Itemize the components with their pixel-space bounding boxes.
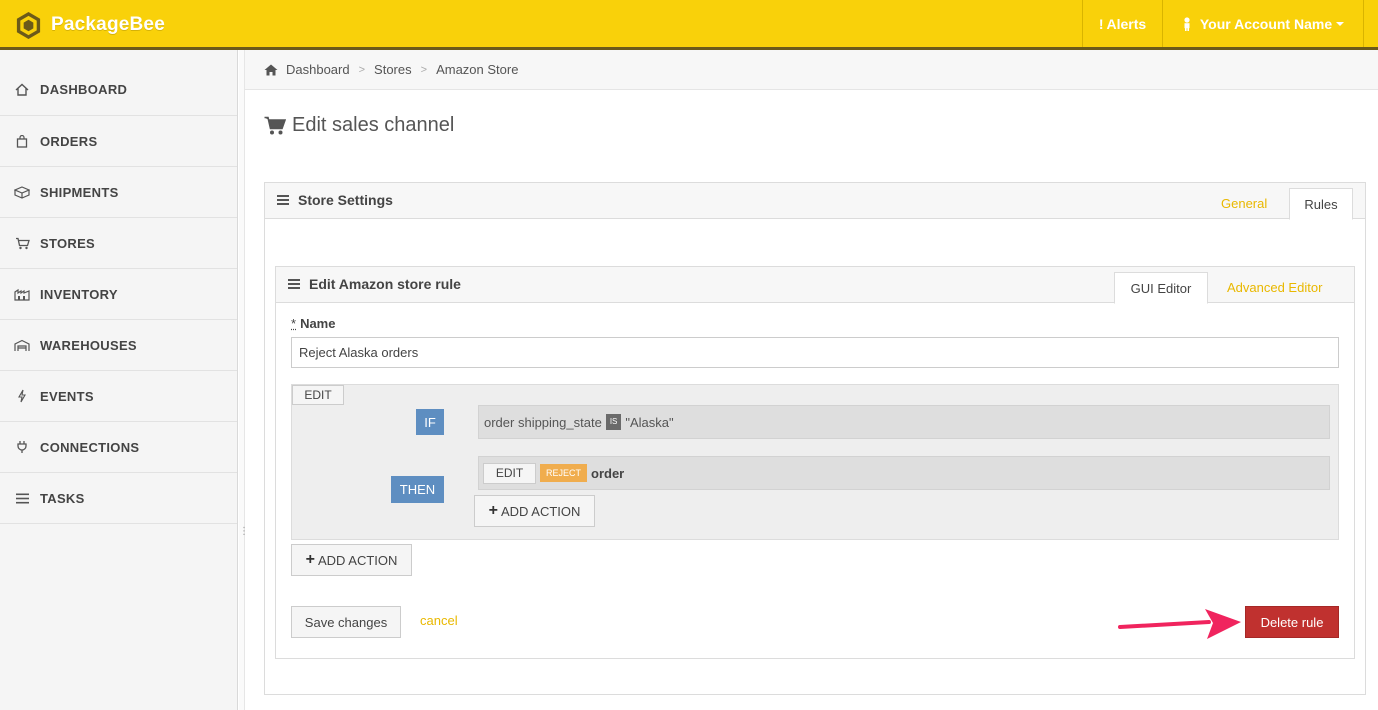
account-name: Your Account Name (1199, 15, 1333, 32)
warehouse-icon (14, 338, 30, 352)
breadcrumb-stores[interactable]: Stores (374, 62, 412, 77)
name-label: * Name (291, 316, 335, 331)
sidebar-item-inventory[interactable]: INVENTORY (0, 269, 237, 320)
chevron-right-icon: > (420, 63, 428, 76)
action-target: order (591, 465, 625, 481)
reject-badge: REJECT (540, 464, 588, 482)
sidebar-item-connections[interactable]: CONNECTIONS (0, 422, 237, 473)
plus-icon: + (305, 551, 315, 568)
tab-gui-editor[interactable]: GUI Editor (1114, 272, 1208, 304)
tab-general[interactable]: General (1221, 196, 1267, 211)
inventory-icon (14, 287, 30, 301)
alerts-button[interactable]: ! Alerts (1082, 0, 1162, 47)
account-menu[interactable]: Your Account Name (1162, 0, 1364, 47)
sidebar-item-label: TASKS (40, 490, 85, 506)
cart-icon (264, 116, 286, 134)
add-action-button-inner[interactable]: + ADD ACTION (474, 495, 595, 527)
rule-editor-header: Edit Amazon store rule GUI Editor Advanc… (276, 267, 1354, 304)
sidebar-item-tasks[interactable]: TASKS (0, 473, 237, 524)
required-mark: * (291, 316, 297, 331)
hamburger-icon (288, 277, 300, 291)
hexagon-logo-icon (16, 11, 41, 39)
store-settings-title: Store Settings (277, 192, 393, 208)
condition-row[interactable]: order shipping_state IS "Alaska" (478, 405, 1330, 439)
sidebar-item-label: CONNECTIONS (40, 439, 140, 455)
package-icon (14, 185, 30, 199)
home-icon (264, 64, 278, 75)
plug-icon (14, 440, 30, 454)
sidebar-item-shipments[interactable]: SHIPMENTS (0, 167, 237, 218)
sidebar-item-label: STORES (40, 235, 96, 251)
sidebar-item-label: WAREHOUSES (40, 337, 137, 353)
sidebar-item-events[interactable]: EVENTS (0, 371, 237, 422)
plus-icon: + (488, 502, 498, 519)
sidebar-item-label: EVENTS (40, 388, 94, 404)
cart-icon (14, 236, 30, 250)
rule-name-input[interactable]: Reject Alaska orders (291, 337, 1339, 368)
sidebar-item-label: SHIPMENTS (40, 184, 119, 200)
page-title-text: Edit sales channel (292, 114, 455, 136)
sidebar: DASHBOARD ORDERS SHIPMENTS STORES INVENT… (0, 50, 238, 710)
action-row: EDIT REJECT order (478, 456, 1330, 490)
shopping-bag-icon (14, 134, 30, 148)
sidebar-item-stores[interactable]: STORES (0, 218, 237, 269)
sidebar-gutter (239, 50, 245, 710)
breadcrumb-dashboard[interactable]: Dashboard (286, 62, 350, 77)
tab-advanced-editor[interactable]: Advanced Editor (1227, 280, 1322, 295)
delete-rule-button[interactable]: Delete rule (1245, 606, 1339, 638)
then-label: THEN (391, 476, 444, 503)
chevron-right-icon: > (358, 63, 366, 76)
condition-operator-badge: IS (605, 414, 622, 430)
alerts-label: Alerts (1106, 15, 1147, 32)
sidebar-item-label: DASHBOARD (40, 82, 128, 97)
user-icon (1184, 16, 1190, 31)
brand[interactable]: PackageBee (14, 10, 165, 40)
add-action-button-outer[interactable]: + ADD ACTION (291, 544, 412, 576)
add-action-label: ADD ACTION (317, 552, 398, 568)
rule-editor-title: Edit Amazon store rule (288, 276, 461, 292)
rule-editor-title-text: Edit Amazon store rule (309, 276, 461, 292)
lightning-icon (14, 389, 30, 403)
name-label-text: Name (300, 316, 336, 331)
tab-rules[interactable]: Rules (1289, 188, 1353, 220)
edit-rule-button[interactable]: EDIT (292, 385, 344, 405)
sidebar-item-orders[interactable]: ORDERS (0, 116, 237, 167)
hamburger-icon (277, 193, 289, 207)
brand-name: PackageBee (51, 14, 165, 35)
top-navbar: PackageBee ! Alerts Your Account Name (0, 0, 1378, 50)
save-changes-button[interactable]: Save changes (291, 606, 401, 638)
sidebar-item-dashboard[interactable]: DASHBOARD (0, 50, 237, 116)
home-icon (14, 83, 30, 97)
breadcrumb-amazon-store: Amazon Store (436, 62, 519, 77)
store-settings-title-text: Store Settings (298, 192, 393, 208)
cancel-link[interactable]: cancel (420, 613, 458, 628)
condition-field: order shipping_state (484, 414, 602, 430)
page-title: Edit sales channel (264, 114, 454, 137)
edit-action-button[interactable]: EDIT (483, 462, 536, 484)
breadcrumb: Dashboard > Stores > Amazon Store (245, 50, 1378, 90)
sidebar-item-label: ORDERS (40, 133, 98, 149)
sidebar-item-label: INVENTORY (40, 286, 118, 302)
if-label: IF (416, 409, 444, 435)
list-icon (14, 491, 30, 505)
store-settings-header: Store Settings General Rules (265, 183, 1365, 220)
add-action-label: ADD ACTION (500, 503, 581, 519)
sidebar-resize-handle[interactable]: ⋮ (239, 527, 249, 542)
exclamation-icon: ! (1098, 15, 1104, 32)
condition-value: "Alaska" (625, 414, 674, 430)
sidebar-item-warehouses[interactable]: WAREHOUSES (0, 320, 237, 371)
annotation-arrow-icon (1118, 609, 1241, 639)
caret-down-icon (1336, 21, 1345, 26)
